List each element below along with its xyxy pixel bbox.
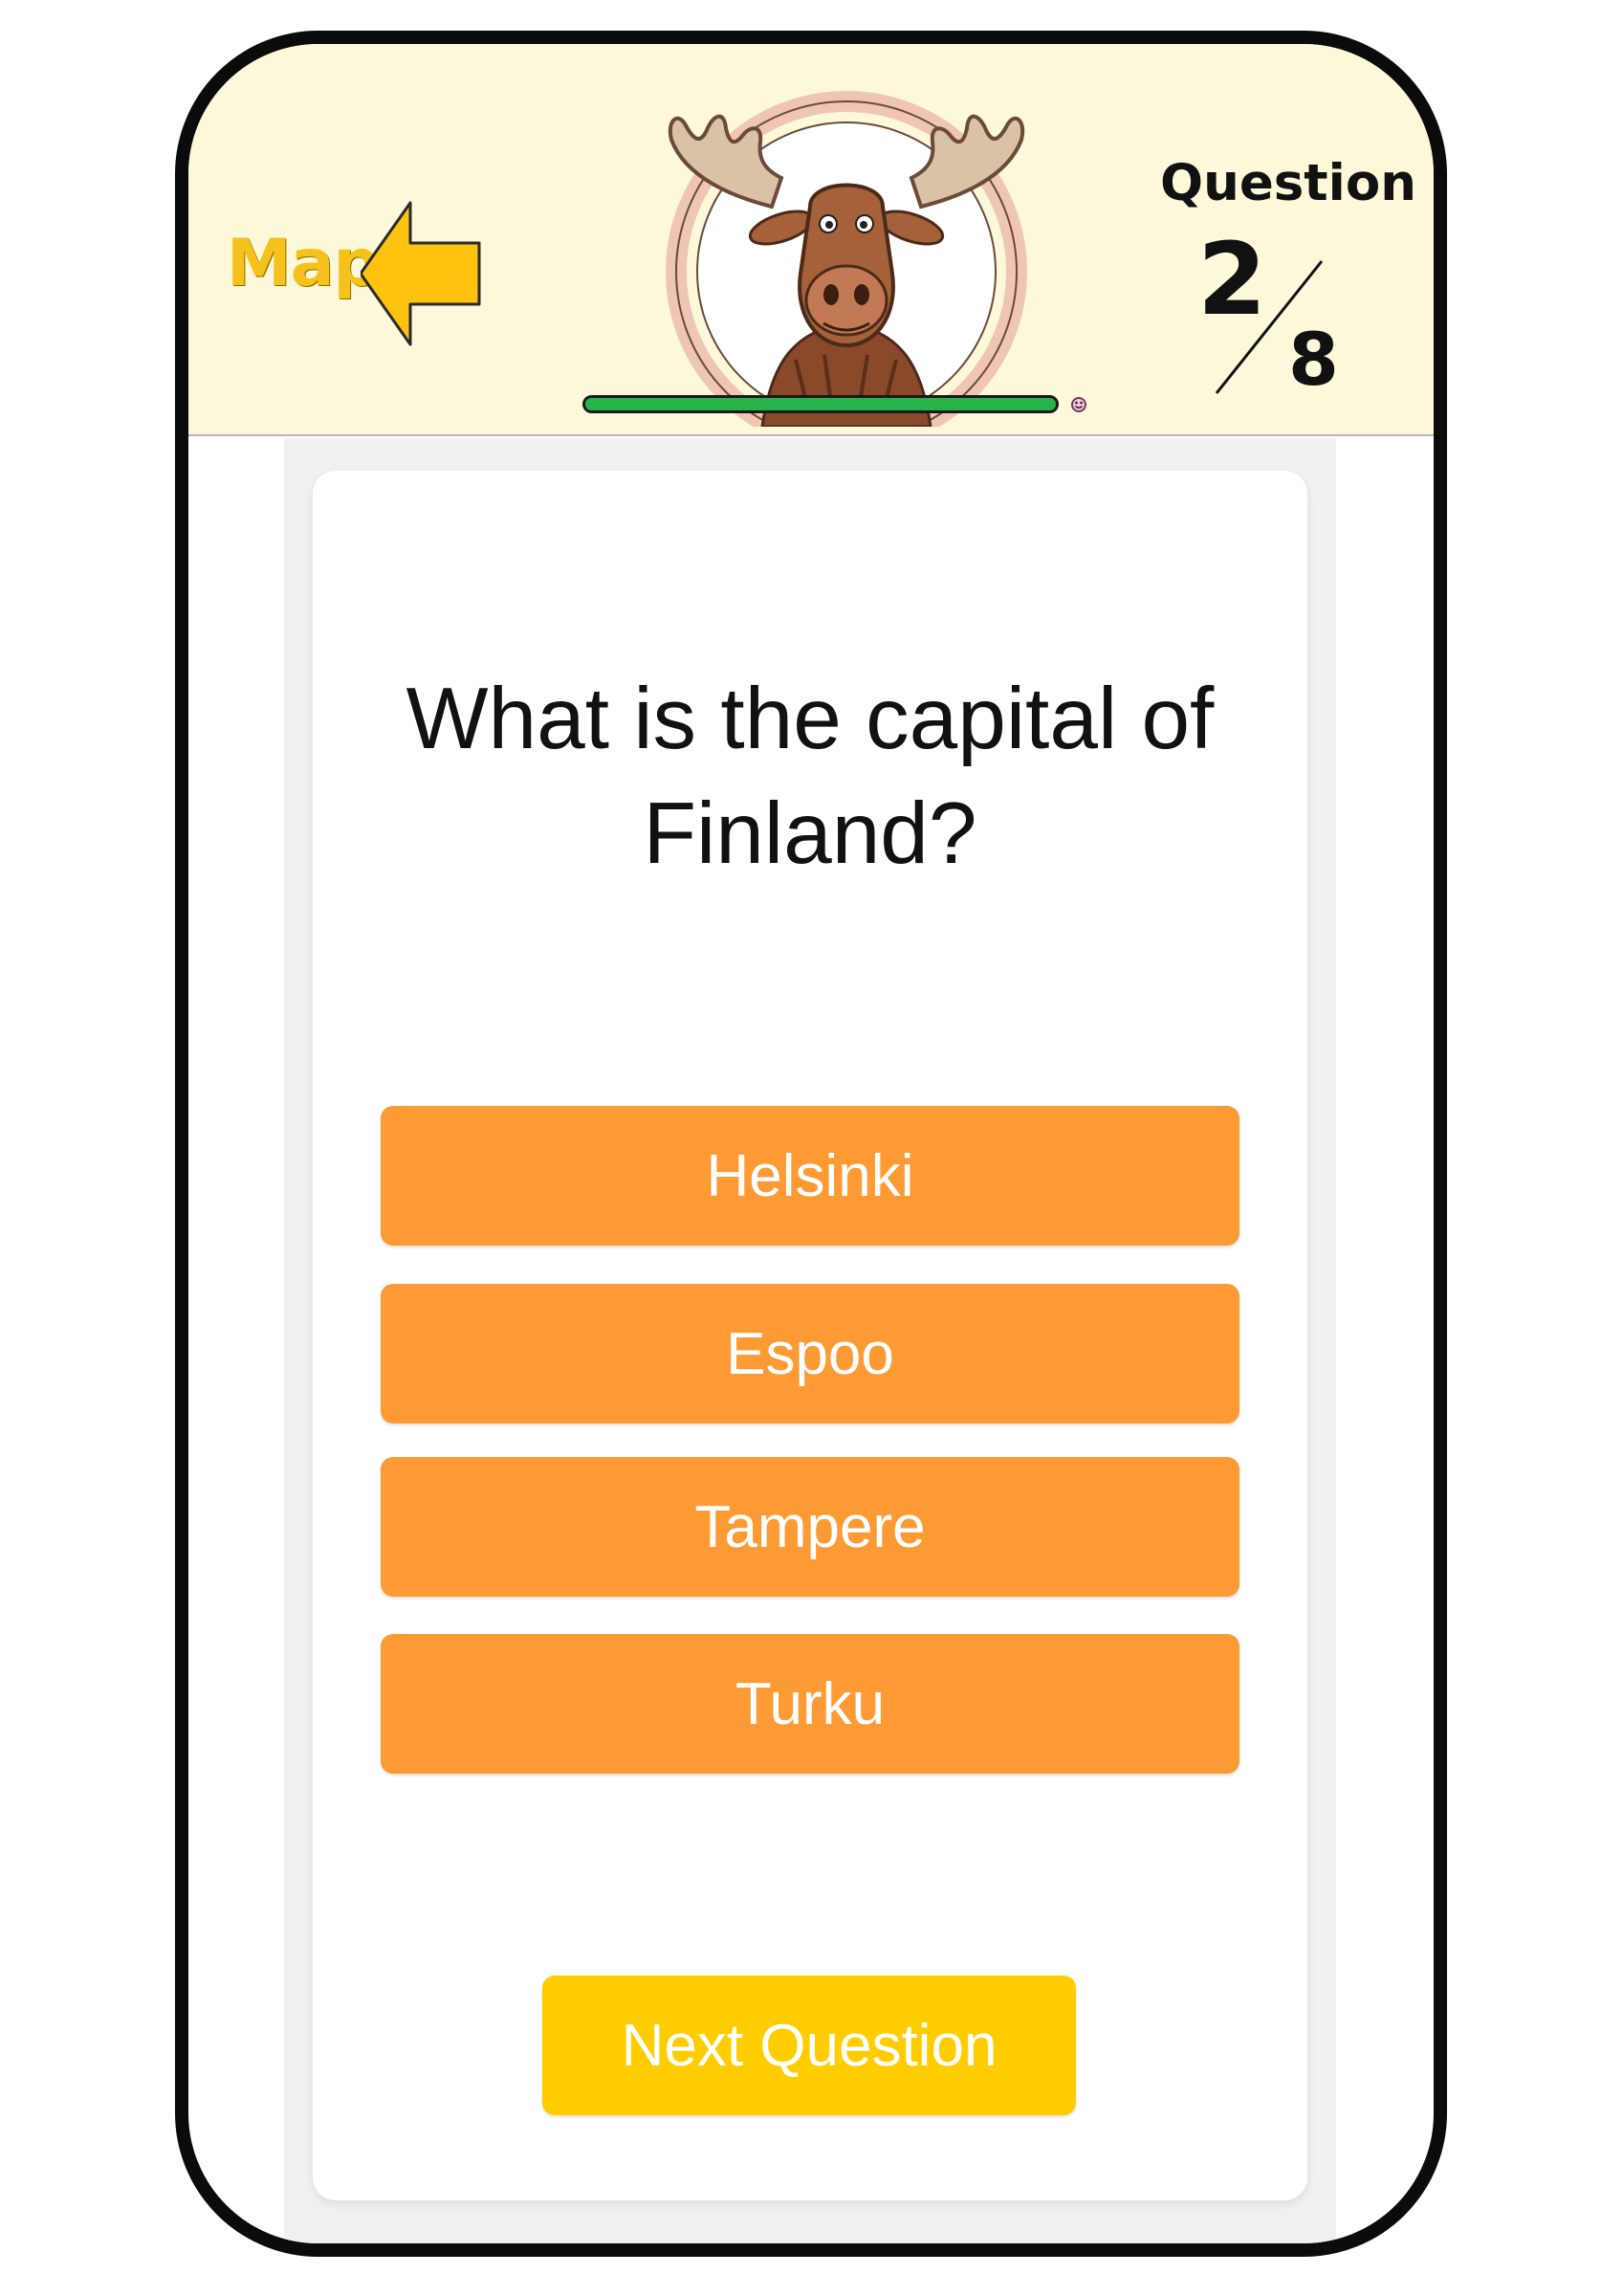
left-arrow-icon bbox=[361, 201, 481, 346]
progress-fill bbox=[585, 398, 1056, 410]
map-button[interactable]: Map bbox=[227, 197, 504, 350]
map-label: Map bbox=[227, 226, 380, 301]
question-total: 8 bbox=[1288, 317, 1339, 402]
question-label: Question bbox=[1160, 154, 1416, 212]
answer-button-2[interactable]: Espoo bbox=[381, 1284, 1239, 1424]
smiley-icon bbox=[1071, 397, 1086, 412]
next-question-button[interactable]: Next Question bbox=[542, 1976, 1076, 2115]
answer-button-1[interactable]: Helsinki bbox=[381, 1106, 1239, 1246]
question-card: What is the capital of Finland? Helsinki… bbox=[313, 471, 1307, 2200]
question-text: What is the capital of Finland? bbox=[406, 671, 1215, 882]
moose-icon bbox=[666, 91, 1027, 427]
answer-button-4[interactable]: Turku bbox=[381, 1634, 1239, 1774]
progress-bar bbox=[582, 395, 1059, 413]
question-counter: Question 2 8 bbox=[1150, 154, 1427, 431]
quiz-header: Map Question 2 8 bbox=[188, 44, 1434, 436]
answer-button-3[interactable]: Tampere bbox=[381, 1457, 1239, 1597]
phone-frame: Map Question 2 8 What is the capital of … bbox=[175, 31, 1447, 2257]
